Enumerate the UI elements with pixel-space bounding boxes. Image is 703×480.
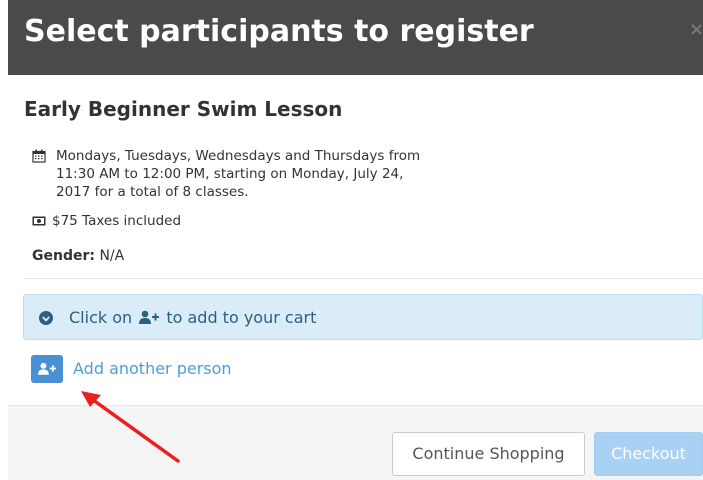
modal-title: Select participants to register (24, 14, 534, 49)
checkout-button[interactable]: Checkout (594, 432, 703, 476)
calendar-icon (32, 149, 46, 163)
info-text: Click on to add to your cart (69, 308, 316, 327)
arrow-circle-down-icon (39, 311, 53, 325)
lesson-price: $75 Taxes included (32, 213, 181, 229)
info-alert: Click on to add to your cart (23, 294, 703, 340)
gender-value: N/A (99, 248, 125, 264)
info-suffix: to add to your cart (166, 308, 317, 327)
user-plus-icon (38, 362, 56, 375)
lesson-schedule: Mondays, Tuesdays, Wednesdays and Thursd… (32, 147, 432, 201)
lesson-title: Early Beginner Swim Lesson (24, 97, 343, 121)
price-text: $75 Taxes included (52, 213, 182, 229)
modal-body: Early Beginner Swim Lesson Mondays, Tues… (8, 75, 703, 405)
modal-header: Select participants to register × (8, 0, 703, 75)
add-person-button[interactable] (31, 355, 63, 383)
divider (24, 278, 703, 279)
money-icon (32, 216, 46, 226)
user-plus-icon (139, 310, 160, 324)
lesson-gender: Gender: N/A (32, 248, 124, 264)
close-icon[interactable]: × (689, 20, 703, 40)
red-arrow-annotation (81, 391, 180, 463)
add-person-link[interactable]: Add another person (73, 359, 232, 378)
info-prefix: Click on (69, 308, 133, 327)
continue-shopping-button[interactable]: Continue Shopping (392, 432, 585, 476)
gender-label: Gender: (32, 248, 95, 264)
schedule-text: Mondays, Tuesdays, Wednesdays and Thursd… (56, 148, 421, 200)
